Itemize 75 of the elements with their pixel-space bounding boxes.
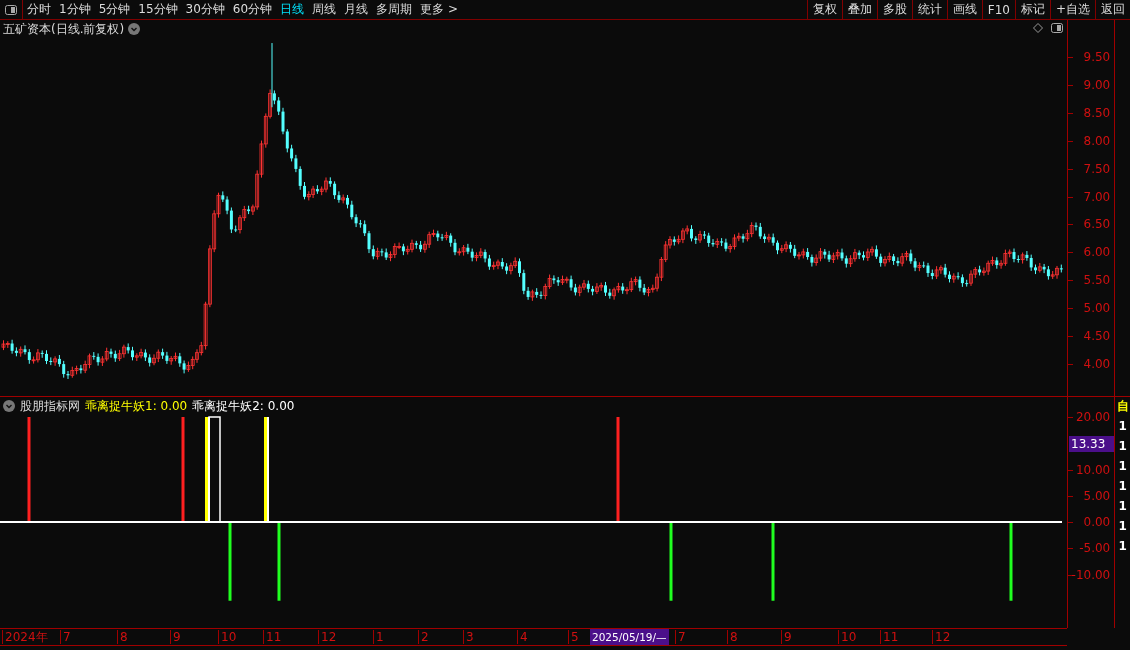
- date-axis-label: 8: [727, 630, 738, 644]
- price-axis-label: 8.00: [1083, 134, 1111, 147]
- price-axis-label: 9.50: [1083, 51, 1111, 63]
- indicator-axis-label: 20.00: [1075, 411, 1111, 423]
- date-axis-label: 9: [781, 630, 792, 644]
- price-axis-label: 7.50: [1083, 162, 1111, 175]
- indicator-value: 乖离捉牛妖2: 0.00: [192, 397, 295, 415]
- price-axis-label: 5.00: [1083, 302, 1111, 315]
- cursor-date-label: 2025/05/19/—: [590, 629, 669, 645]
- indicator-axis-label: 0.00: [1083, 516, 1111, 528]
- price-axis-label: 4.00: [1083, 357, 1111, 370]
- side-panel-text: 自: [1116, 399, 1129, 413]
- period-tab[interactable]: 月线: [340, 0, 373, 19]
- diamond-icon[interactable]: [1033, 23, 1043, 33]
- toolbar-button[interactable]: 叠加: [841, 0, 877, 19]
- stock-title: 五矿资本(日线.前复权): [3, 20, 125, 38]
- period-tab[interactable]: 周线: [308, 0, 341, 19]
- date-axis-label: 5: [568, 630, 579, 644]
- date-axis-label: 8: [117, 630, 128, 644]
- chevron-down-icon[interactable]: [128, 23, 141, 35]
- price-axis-label: 4.50: [1083, 330, 1111, 342]
- chevron-down-icon[interactable]: [3, 400, 15, 412]
- price-axis-label: 5.50: [1083, 274, 1111, 287]
- panel-toggle-icon[interactable]: [1051, 23, 1063, 33]
- date-axis-label: 10: [218, 630, 237, 644]
- date-axis-label: 9: [170, 630, 181, 644]
- date-axis-label: 11: [263, 630, 282, 644]
- date-axis-label: 7: [675, 630, 686, 644]
- side-panel-text: 1: [1118, 499, 1127, 513]
- price-axis-label: 8.50: [1083, 106, 1111, 119]
- indicator-axis-label: -10.00: [1071, 568, 1111, 581]
- date-axis-label: 7: [60, 630, 71, 644]
- period-tab[interactable]: 1分钟: [55, 0, 95, 19]
- indicator-axis-label: -5.00: [1079, 542, 1111, 555]
- indicator-value: 乖离捉牛妖1: 0.00: [85, 397, 188, 415]
- period-tab[interactable]: 日线: [276, 0, 309, 19]
- date-axis-label: 11: [880, 630, 899, 644]
- date-axis-label: 2: [418, 630, 429, 644]
- indicator-name: 股朋指标网: [20, 397, 80, 415]
- toolbar-button[interactable]: 统计: [911, 0, 947, 19]
- side-panel-text: 1: [1118, 459, 1127, 473]
- current-value-label: 13.33: [1069, 436, 1115, 452]
- toolbar-button[interactable]: 标记: [1014, 0, 1050, 19]
- indicator-axis-label: 5.00: [1083, 489, 1111, 502]
- toolbar-button[interactable]: 多股: [876, 0, 912, 19]
- date-axis-label: 2024年: [2, 630, 48, 644]
- date-axis-label: 4: [517, 630, 528, 644]
- indicator-axis-label: 10.00: [1075, 463, 1111, 476]
- side-panel-text: 1: [1118, 479, 1127, 493]
- toolbar-button[interactable]: 返回: [1095, 0, 1130, 19]
- side-panel-text: 1: [1118, 519, 1127, 533]
- side-panel-text: 1: [1118, 439, 1127, 453]
- date-axis-label: 12: [318, 630, 337, 644]
- side-panel-text: 1: [1118, 539, 1127, 553]
- price-axis-label: 9.00: [1083, 78, 1111, 91]
- more-menu[interactable]: 更多 >: [416, 0, 462, 19]
- date-axis-label: 12: [932, 630, 951, 644]
- date-axis-label: 10: [838, 630, 857, 644]
- period-tab[interactable]: 30分钟: [181, 0, 229, 19]
- toolbar-button[interactable]: F10: [981, 0, 1015, 19]
- side-panel-text: 1: [1118, 419, 1127, 433]
- period-tab[interactable]: 多周期: [372, 0, 417, 19]
- period-tab[interactable]: 5分钟: [94, 0, 135, 19]
- price-axis-label: 6.00: [1083, 246, 1111, 259]
- date-axis-label: 1: [373, 630, 384, 644]
- period-tab[interactable]: 60分钟: [228, 0, 277, 19]
- period-tab[interactable]: 分时: [23, 0, 55, 19]
- price-axis-label: 7.00: [1083, 190, 1111, 203]
- toolbar-button[interactable]: +自选: [1049, 0, 1095, 19]
- date-axis-label: 3: [463, 630, 474, 644]
- price-axis-label: 6.50: [1083, 218, 1111, 231]
- period-tab[interactable]: 15分钟: [134, 0, 182, 19]
- panel-toggle-icon[interactable]: [5, 4, 17, 15]
- toolbar-button[interactable]: 画线: [946, 0, 982, 19]
- toolbar-button[interactable]: 复权: [806, 0, 842, 19]
